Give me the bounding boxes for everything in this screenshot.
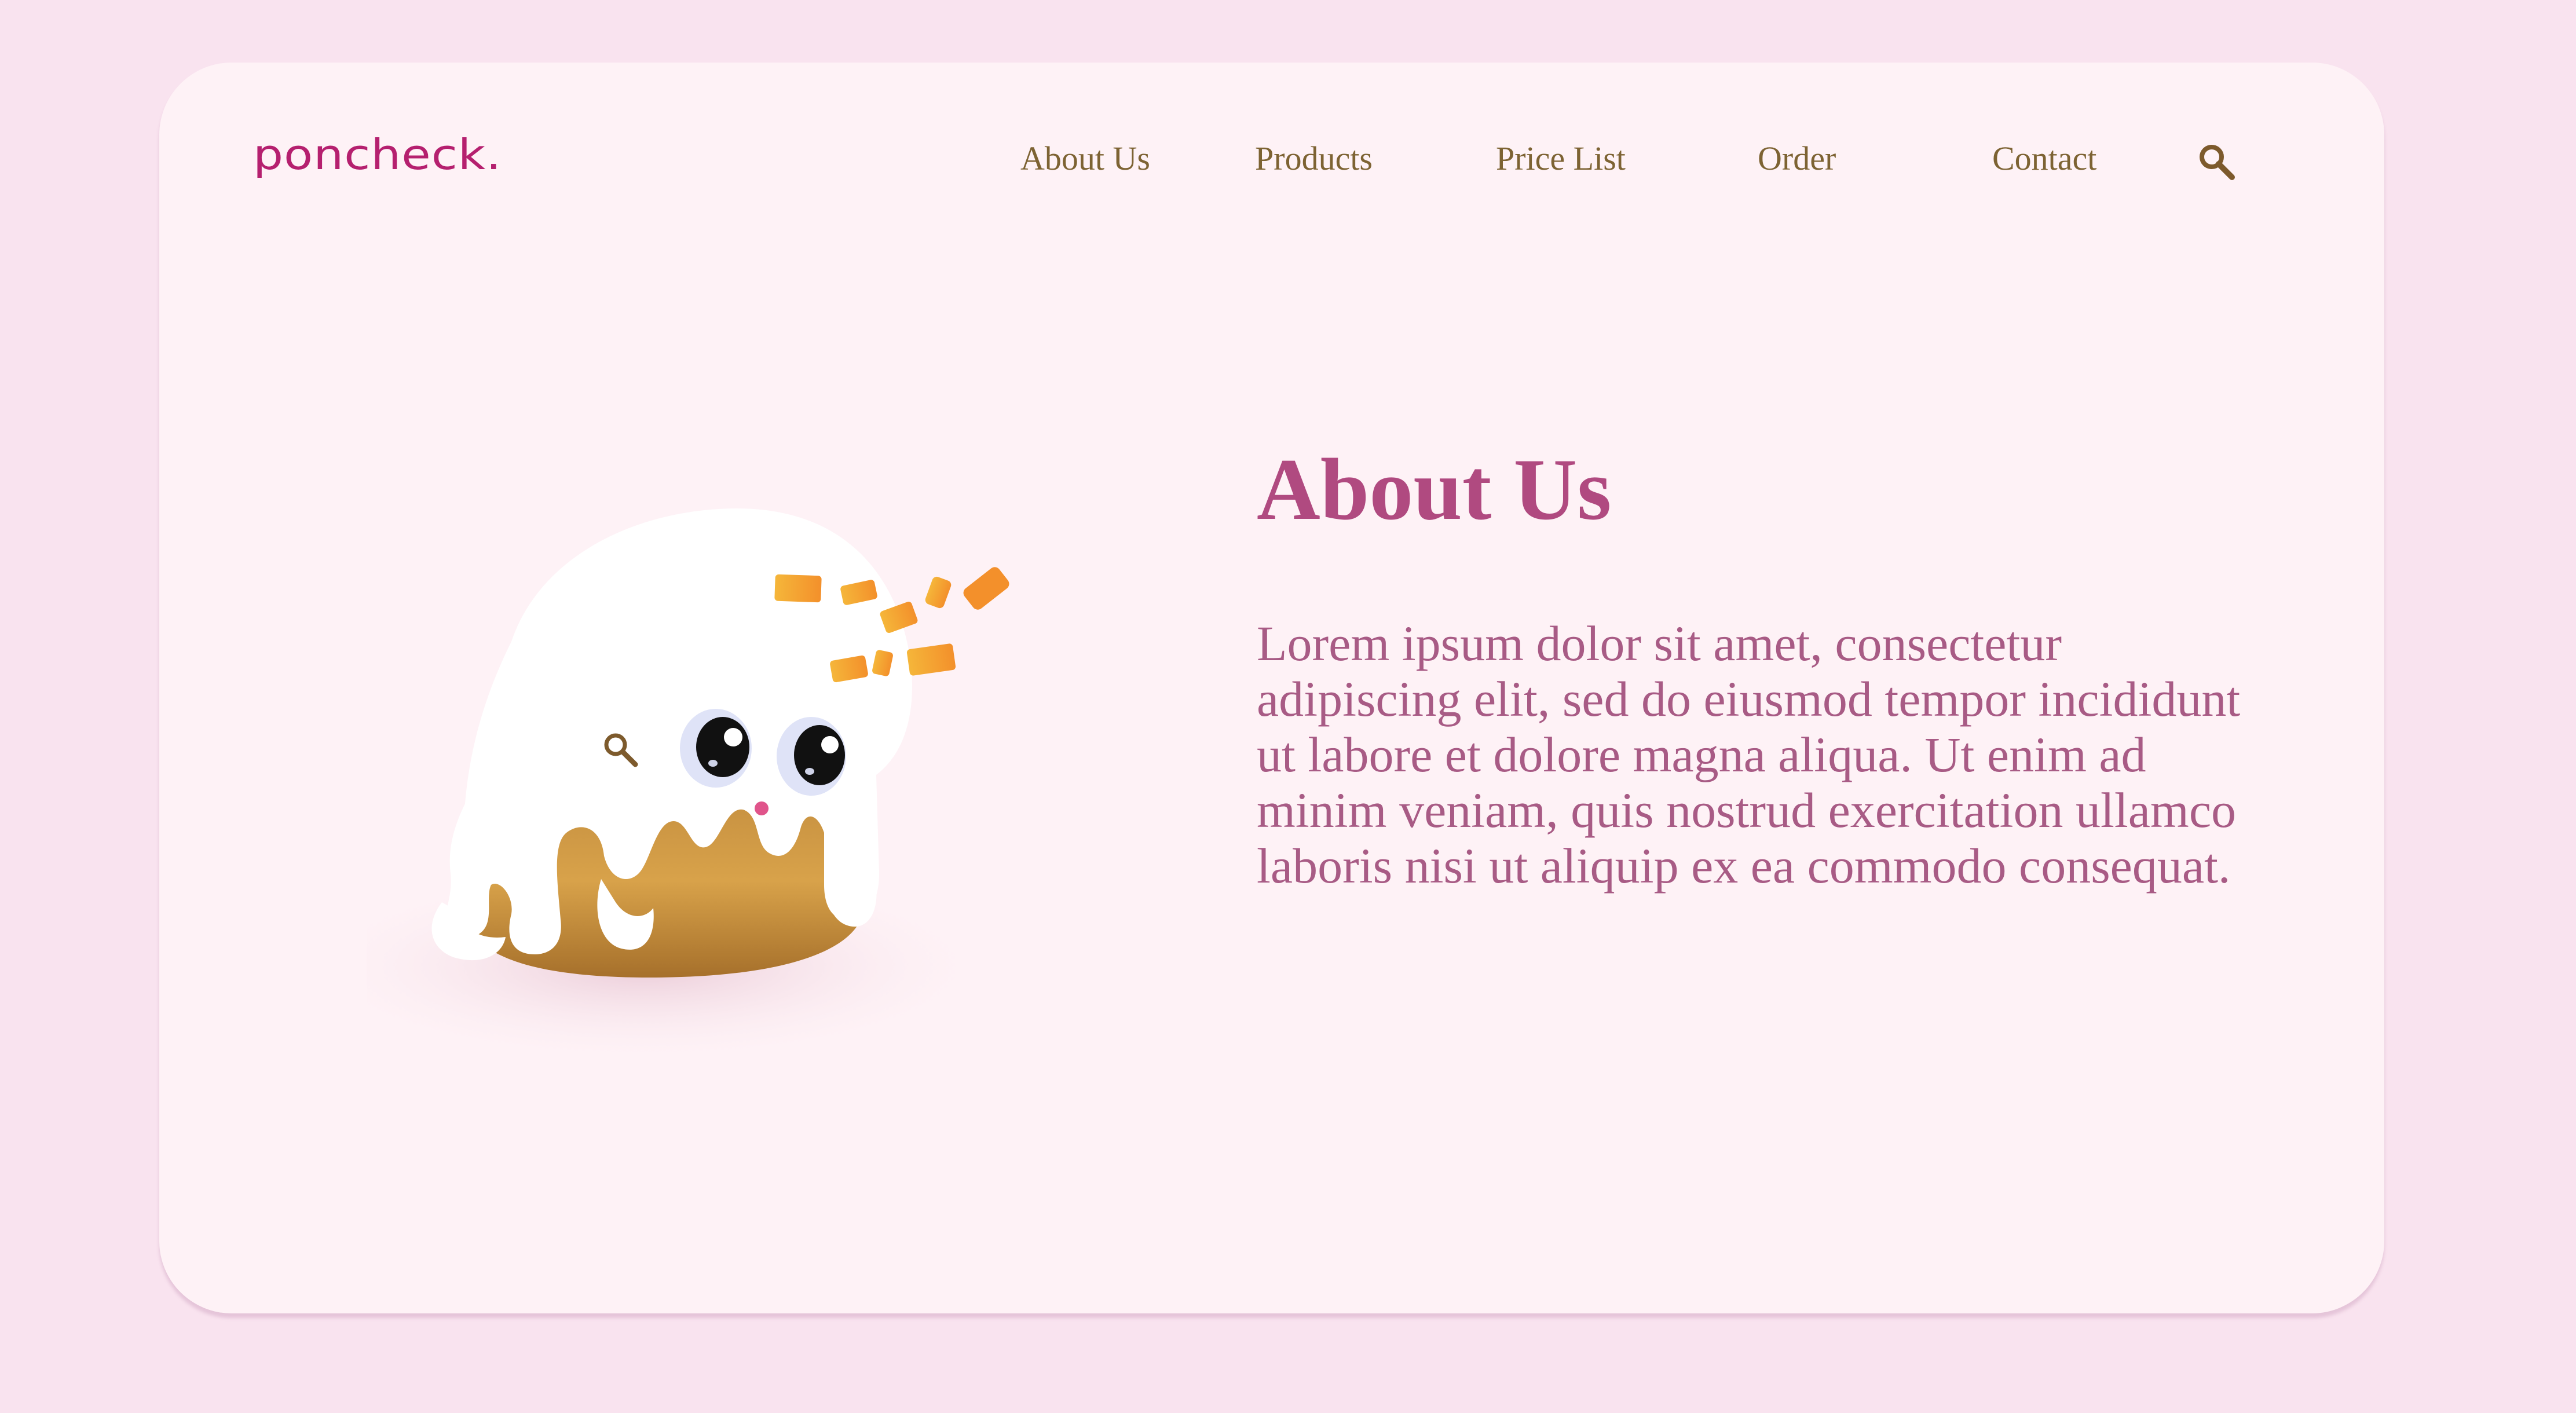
nav-item-products[interactable]: Products: [1255, 139, 1373, 178]
search-icon[interactable]: [2196, 141, 2237, 182]
nav-item-price-list[interactable]: Price List: [1496, 139, 1626, 178]
section-title: About Us: [1257, 441, 1612, 538]
search-icon[interactable]: [601, 730, 640, 769]
donut-mascot-illustration: [367, 508, 1009, 1064]
nav-item-order[interactable]: Order: [1758, 139, 1836, 178]
section-body: Lorem ipsum dolor sit amet, consectetur …: [1257, 616, 2241, 894]
nav-item-about-us[interactable]: About Us: [1020, 139, 1150, 178]
brand-logo[interactable]: poncheck.: [253, 131, 502, 180]
page-card: poncheck. About Us Products Price List O…: [159, 63, 2384, 1313]
nav-item-contact[interactable]: Contact: [1992, 139, 2096, 178]
